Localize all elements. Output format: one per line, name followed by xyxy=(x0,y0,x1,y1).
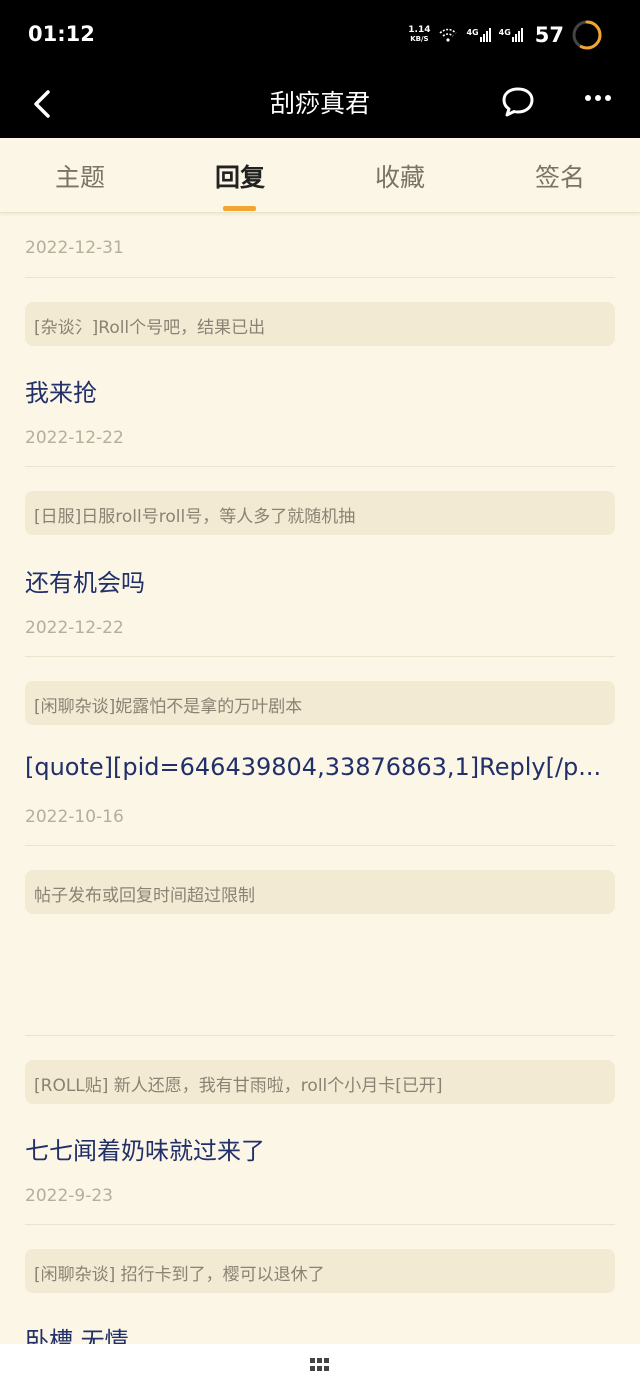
tab-favorites[interactable]: 收藏 xyxy=(320,158,480,194)
net-speed: 1.14 KB/S xyxy=(408,26,430,44)
reply-content[interactable]: 卧槽 无情 xyxy=(25,1321,615,1344)
divider xyxy=(25,277,615,278)
reply-content[interactable]: [quote][pid=646439804,33876863,1]Reply[/… xyxy=(25,753,615,781)
wifi-icon xyxy=(439,28,458,42)
divider xyxy=(25,1224,615,1225)
tab-bar: 主题 回复 收藏 签名 xyxy=(0,138,640,213)
app-grid-icon[interactable] xyxy=(310,1358,330,1372)
topic-title-box[interactable]: 帖子发布或回复时间超过限制 xyxy=(25,870,615,914)
battery-level: 57 xyxy=(534,23,564,47)
net-speed-unit: KB/S xyxy=(410,35,429,43)
divider xyxy=(25,1035,615,1036)
tab-topics[interactable]: 主题 xyxy=(0,158,160,194)
topic-title-box[interactable]: [日服]日服roll号roll号，等人多了就随机抽 xyxy=(25,491,615,535)
reply-date: 2022-12-22 xyxy=(25,428,124,448)
reply-content[interactable]: 七七闻着奶味就过来了 xyxy=(25,1131,615,1166)
status-icons: 1.14 KB/S 4G 4G 57 xyxy=(408,16,602,54)
reply-date: 2022-10-16 xyxy=(25,807,124,827)
sim1-label: 4G xyxy=(466,28,479,37)
divider xyxy=(25,466,615,467)
topic-title-box[interactable]: [闲聊杂谈]妮露怕不是拿的万叶剧本 xyxy=(25,681,615,725)
reply-date: 2022-12-31 xyxy=(25,238,124,258)
reply-content[interactable]: 我来抢 xyxy=(25,373,615,408)
message-bubble-icon[interactable] xyxy=(500,84,536,120)
battery-ring-icon xyxy=(572,20,602,50)
signal-icon-sim2: 4G xyxy=(499,28,523,42)
topic-title-box[interactable]: [ROLL贴] 新人还愿，我有甘雨啦，roll个小月卡[已开] xyxy=(25,1060,615,1104)
tab-replies[interactable]: 回复 xyxy=(160,158,320,194)
reply-date: 2022-12-22 xyxy=(25,618,124,638)
reply-content[interactable]: 还有机会吗 xyxy=(25,563,615,598)
page-title: 刮痧真君 xyxy=(269,89,370,118)
bottom-system-bar xyxy=(0,1344,640,1386)
tab-signature[interactable]: 签名 xyxy=(480,158,640,194)
status-bar: 01:12 1.14 KB/S 4G 4G 57 xyxy=(0,0,640,70)
divider xyxy=(25,656,615,657)
topic-title-box[interactable]: [杂谈氵]Roll个号吧，结果已出 xyxy=(25,302,615,346)
topic-title-box[interactable]: [闲聊杂谈] 招行卡到了，樱可以退休了 xyxy=(25,1249,615,1293)
net-speed-value: 1.14 xyxy=(408,25,431,35)
reply-list: 2022-12-31 [杂谈氵]Roll个号吧，结果已出 我来抢 2022-12… xyxy=(0,213,640,1344)
sim2-label: 4G xyxy=(498,28,511,37)
reply-date: 2022-9-23 xyxy=(25,1186,113,1206)
status-time: 01:12 xyxy=(28,22,95,46)
signal-icon-sim1: 4G xyxy=(466,28,491,42)
divider xyxy=(25,845,615,846)
active-tab-indicator xyxy=(223,206,256,211)
more-options-icon[interactable] xyxy=(580,86,616,122)
top-nav-bar: 刮痧真君 xyxy=(0,70,640,138)
